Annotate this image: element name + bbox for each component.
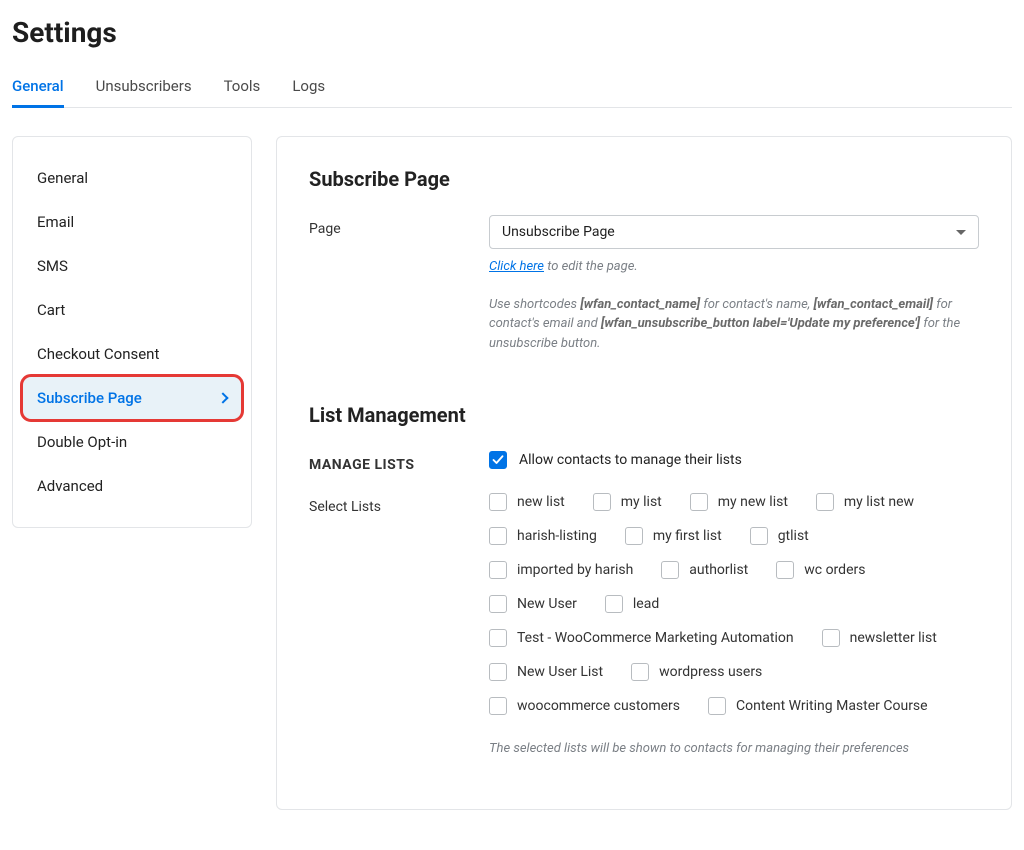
page-field-label: Page — [309, 215, 489, 237]
list-label: New User List — [517, 664, 603, 680]
list-checkbox[interactable] — [776, 561, 794, 579]
tab-unsubscribers[interactable]: Unsubscribers — [96, 67, 192, 108]
section-title-subscribe: Subscribe Page — [309, 167, 979, 191]
lists-grid: new list my list my new list my list new har… — [489, 493, 979, 715]
list-item: lead — [605, 595, 659, 613]
sidebar-item-double-opt-in[interactable]: Double Opt-in — [23, 421, 241, 463]
sidebar-item-cart[interactable]: Cart — [23, 289, 241, 331]
list-item: New User List — [489, 663, 603, 681]
sidebar-item-label: Cart — [37, 301, 65, 319]
list-label: my new list — [718, 494, 788, 510]
list-item: my list — [593, 493, 662, 511]
list-checkbox[interactable] — [605, 595, 623, 613]
manage-lists-label: MANAGE LISTS — [309, 451, 489, 473]
list-checkbox[interactable] — [708, 697, 726, 715]
list-label: new list — [517, 494, 565, 510]
list-checkbox[interactable] — [822, 629, 840, 647]
click-here-link[interactable]: Click here — [489, 259, 544, 274]
list-label: Test - WooCommerce Marketing Automation — [517, 630, 794, 646]
sidebar-item-label: Email — [37, 213, 74, 231]
list-label: my list — [621, 494, 662, 510]
list-item: my first list — [625, 527, 722, 545]
list-checkbox[interactable] — [816, 493, 834, 511]
list-label: lead — [633, 596, 659, 612]
page-title: Settings — [12, 16, 1012, 49]
edit-page-helper: Click here to edit the page. — [489, 257, 979, 277]
list-item: my new list — [690, 493, 788, 511]
list-item: New User — [489, 595, 577, 613]
settings-panel: Subscribe Page Page Unsubscribe Page Cli… — [276, 136, 1012, 810]
list-label: gtlist — [778, 528, 809, 544]
list-label: wordpress users — [659, 664, 762, 680]
sidebar-item-checkout-consent[interactable]: Checkout Consent — [23, 333, 241, 375]
sidebar-item-label: Advanced — [37, 477, 103, 495]
list-checkbox[interactable] — [690, 493, 708, 511]
sidebar-item-email[interactable]: Email — [23, 201, 241, 243]
tab-logs[interactable]: Logs — [292, 67, 325, 108]
list-item: newsletter list — [822, 629, 937, 647]
list-item: Test - WooCommerce Marketing Automation — [489, 629, 794, 647]
sidebar-item-label: Double Opt-in — [37, 433, 127, 451]
sidebar-item-sms[interactable]: SMS — [23, 245, 241, 287]
tab-tools[interactable]: Tools — [224, 67, 261, 108]
list-checkbox[interactable] — [489, 493, 507, 511]
list-label: authorlist — [689, 562, 748, 578]
settings-sidebar: General Email SMS Cart Checkout Consent Subsc… — [12, 136, 252, 528]
list-checkbox[interactable] — [489, 629, 507, 647]
list-label: my first list — [653, 528, 722, 544]
tabs-bar: General Unsubscribers Tools Logs — [12, 67, 1012, 108]
list-label: imported by harish — [517, 562, 633, 578]
shortcode-helper: Use shortcodes [wfan_contact_name] for c… — [489, 295, 979, 354]
list-item: new list — [489, 493, 565, 511]
list-item: gtlist — [750, 527, 809, 545]
list-item: woocommerce customers — [489, 697, 680, 715]
manage-lists-checkbox[interactable] — [489, 451, 507, 469]
sidebar-item-subscribe-page[interactable]: Subscribe Page — [23, 377, 241, 419]
list-label: wc orders — [804, 562, 865, 578]
list-label: New User — [517, 596, 577, 612]
list-checkbox[interactable] — [661, 561, 679, 579]
list-label: woocommerce customers — [517, 698, 680, 714]
list-label: newsletter list — [850, 630, 937, 646]
list-label: harish-listing — [517, 528, 597, 544]
select-lists-label: Select Lists — [309, 493, 489, 515]
list-checkbox[interactable] — [750, 527, 768, 545]
list-checkbox[interactable] — [489, 663, 507, 681]
sidebar-item-label: General — [37, 169, 88, 187]
chevron-right-icon — [217, 392, 228, 403]
list-item: wc orders — [776, 561, 865, 579]
sidebar-item-label: SMS — [37, 257, 68, 275]
tab-general[interactable]: General — [12, 67, 64, 108]
sidebar-item-advanced[interactable]: Advanced — [23, 465, 241, 507]
list-checkbox[interactable] — [631, 663, 649, 681]
section-title-list-management: List Management — [309, 403, 979, 427]
list-label: my list new — [844, 494, 914, 510]
lists-footer-note: The selected lists will be shown to cont… — [489, 739, 979, 759]
list-item: harish-listing — [489, 527, 597, 545]
list-item: Content Writing Master Course — [708, 697, 928, 715]
sidebar-item-general[interactable]: General — [23, 157, 241, 199]
sidebar-item-label: Subscribe Page — [37, 389, 142, 407]
list-item: imported by harish — [489, 561, 633, 579]
list-checkbox[interactable] — [593, 493, 611, 511]
list-item: wordpress users — [631, 663, 762, 681]
list-item: authorlist — [661, 561, 748, 579]
chevron-down-icon — [956, 230, 966, 235]
list-checkbox[interactable] — [489, 561, 507, 579]
sidebar-item-label: Checkout Consent — [37, 345, 159, 363]
list-label: Content Writing Master Course — [736, 698, 928, 714]
manage-lists-checkbox-label: Allow contacts to manage their lists — [519, 452, 742, 468]
list-checkbox[interactable] — [489, 595, 507, 613]
list-checkbox[interactable] — [625, 527, 643, 545]
page-select-value: Unsubscribe Page — [502, 224, 615, 240]
list-checkbox[interactable] — [489, 527, 507, 545]
list-checkbox[interactable] — [489, 697, 507, 715]
page-select[interactable]: Unsubscribe Page — [489, 215, 979, 249]
list-item: my list new — [816, 493, 914, 511]
